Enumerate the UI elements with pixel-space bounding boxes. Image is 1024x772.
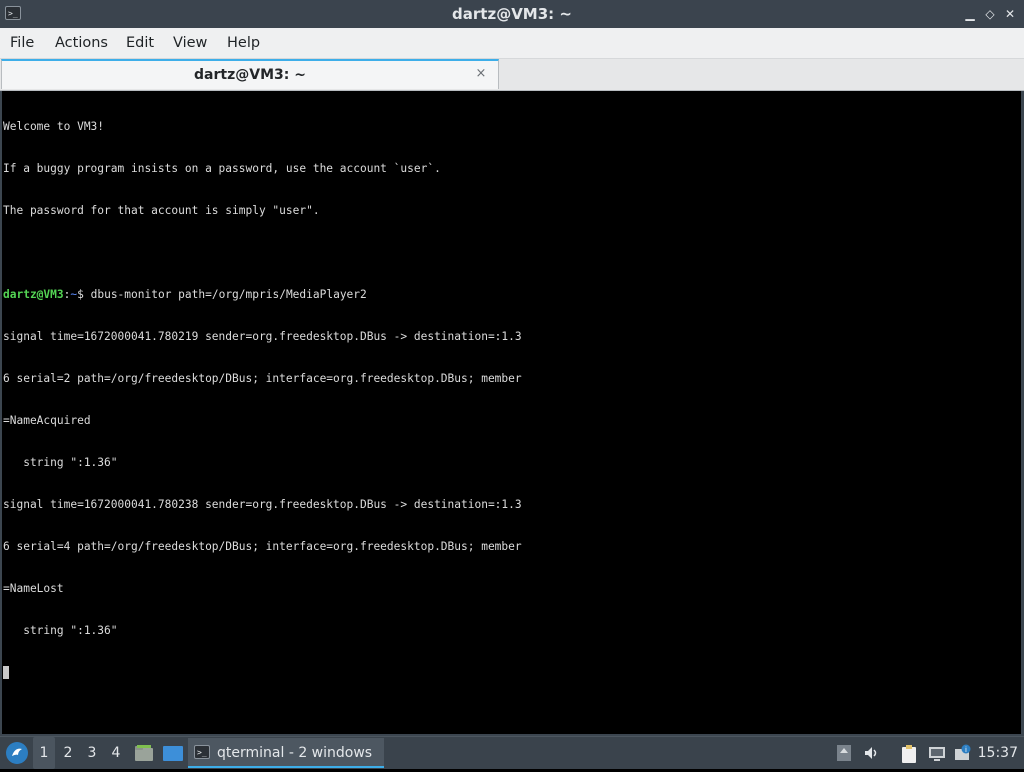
clipboard-icon[interactable]	[900, 744, 918, 763]
terminal-line: 6 serial=2 path=/org/freedesktop/DBus; i…	[3, 372, 522, 385]
tab-label: dartz@VM3: ~	[194, 67, 306, 83]
text-cursor	[3, 666, 9, 679]
terminal-output[interactable]: Welcome to VM3! If a buggy program insis…	[1, 91, 1022, 734]
desktop-3-button[interactable]: 3	[81, 737, 103, 769]
menu-help[interactable]: Help	[227, 28, 260, 58]
prompt-line: dartz@VM3:~$ dbus-monitor path=/org/mpri…	[3, 288, 1021, 302]
terminal-line: =NameAcquired	[3, 414, 91, 427]
menu-actions[interactable]: Actions	[55, 28, 108, 58]
taskbar: 1 2 3 4 >_ qterminal - 2 windows i 15:37	[0, 736, 1024, 769]
title-bar[interactable]: >_ dartz@VM3: ~ ▁ ◇ ✕	[0, 0, 1024, 28]
menu-edit[interactable]: Edit	[126, 28, 154, 58]
file-manager-icon[interactable]	[134, 744, 154, 762]
terminal-task-icon: >_	[194, 745, 210, 759]
terminal-line: The password for that account is simply …	[3, 204, 320, 217]
window-title: dartz@VM3: ~	[452, 5, 572, 23]
prompt-command: dbus-monitor path=/org/mpris/MediaPlayer…	[83, 288, 367, 301]
terminal-line: signal time=1672000041.780219 sender=org…	[3, 330, 522, 343]
desktop-4-button[interactable]: 4	[105, 737, 127, 769]
prompt-user-host: dartz@VM3	[3, 288, 64, 301]
cursor-line	[3, 666, 1021, 680]
close-button[interactable]: ✕	[1003, 7, 1017, 21]
task-label: qterminal - 2 windows	[217, 745, 373, 761]
terminal-line: =NameLost	[3, 582, 64, 595]
clock[interactable]: 15:37	[978, 737, 1018, 769]
menu-bar: File Actions Edit View Help	[0, 28, 1024, 59]
desktop-2-button[interactable]: 2	[57, 737, 79, 769]
maximize-button[interactable]: ◇	[983, 7, 997, 21]
task-qterminal-button[interactable]: >_ qterminal - 2 windows	[188, 738, 384, 768]
tab-bar: dartz@VM3: ~ ×	[0, 59, 1024, 91]
menu-view[interactable]: View	[173, 28, 207, 58]
network-icon[interactable]	[928, 744, 946, 762]
notification-icon[interactable]: i	[954, 744, 972, 762]
terminal-line: 6 serial=4 path=/org/freedesktop/DBus; i…	[3, 540, 522, 553]
terminal-line: Welcome to VM3!	[3, 120, 105, 133]
updates-icon[interactable]	[835, 744, 853, 762]
show-desktop-icon[interactable]	[162, 745, 184, 762]
terminal-line: string ":1.36"	[3, 624, 118, 637]
desktop-1-button[interactable]: 1	[33, 737, 55, 769]
prompt-symbol: $	[77, 288, 84, 301]
tab-terminal[interactable]: dartz@VM3: ~ ×	[1, 59, 499, 89]
start-menu-icon[interactable]	[6, 742, 28, 764]
terminal-line: signal time=1672000041.780238 sender=org…	[3, 498, 522, 511]
svg-text:i: i	[965, 746, 967, 754]
menu-file[interactable]: File	[10, 28, 34, 58]
tab-close-icon[interactable]: ×	[473, 66, 489, 82]
terminal-line: string ":1.36"	[3, 456, 118, 469]
volume-icon[interactable]	[863, 744, 881, 762]
terminal-line: If a buggy program insists on a password…	[3, 162, 441, 175]
terminal-window: >_ dartz@VM3: ~ ▁ ◇ ✕ File Actions Edit …	[0, 0, 1024, 736]
minimize-button[interactable]: ▁	[963, 7, 977, 21]
